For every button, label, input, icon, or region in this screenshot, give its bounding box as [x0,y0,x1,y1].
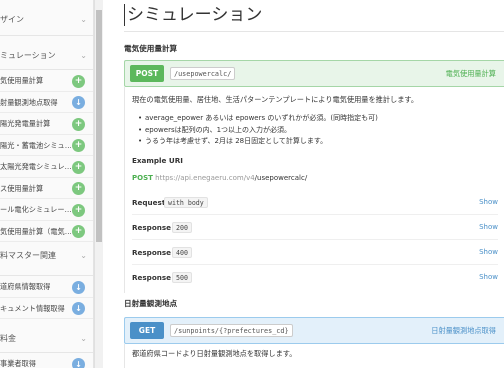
sidebar-item-prefectures[interactable]: 道府県情報取得 ↓ [0,276,93,298]
sidebar-item-sunpoints[interactable]: 射量観測地点取得 ↓ [0,92,93,113]
response-row-200[interactable]: Response 200 Show [132,220,498,240]
requirements-list: average_epower あるいは epowers のいずれかが必須。(同時… [138,113,378,148]
list-item: うるう年は考慮せず、2月は 28日固定として計算します。 [138,136,378,148]
sidebar-group-rates[interactable]: 料金 ⌄ [0,319,93,353]
plus-icon: + [72,74,85,88]
endpoint-path: /usepowercalc/ [170,67,236,80]
response-label: Response [132,248,172,257]
response-row-500[interactable]: Response 500 Show [132,270,498,290]
show-link[interactable]: Show [479,248,498,256]
sidebar-item-usepowercalc-electric[interactable]: 気使用量計算（電気… + [0,221,93,242]
endpoint-description: 都道府県コードより日射量観測地点を取得します。 [132,349,297,358]
endpoint-bar-sunpoints[interactable]: GET /sunpoints/{?prefectures_cd} 日射量観測地点… [124,317,504,344]
endpoint-body-usepowercalc: 現在の電気使用量、居住地、生活パターンテンプレートにより電気使用量を推計します。… [124,87,504,293]
plus-icon: + [72,225,85,238]
title-divider [124,31,504,32]
chevron-down-icon: ⌄ [80,251,87,260]
sidebar-group-label: ザイン [0,15,24,24]
arrow-down-icon: ↓ [72,96,85,109]
show-link[interactable]: Show [479,273,498,281]
method-badge: POST [130,65,164,82]
request-label: Request [132,198,166,207]
sidebar-item-pvcalc[interactable]: 陽光発電量計算 + [0,113,93,135]
endpoint-path: /sunpoints/{?prefectures_cd} [170,324,293,337]
plus-icon: + [72,182,85,195]
example-host: https://api.enegaeru.com/v4 [155,174,255,182]
sidebar-group-design[interactable]: ザイン ⌄ [0,0,93,36]
sidebar-scrollbar[interactable] [94,0,103,368]
example-method: POST [132,174,153,182]
endpoint-summary: 日射量観測地点取得 [431,326,496,335]
plus-icon: + [72,160,85,174]
section-heading-usepowercalc: 電気使用量計算 [124,44,178,53]
endpoint-bar-usepowercalc[interactable]: POST /usepowercalc/ 電気使用量計算 [124,60,504,87]
example-uri-label: Example URI [132,156,183,165]
plus-icon: + [72,139,85,152]
page-title: シミュレーション [124,4,262,26]
example-path: /usepowercalc/ [254,174,308,182]
plus-icon: + [72,203,85,217]
sidebar-nav: ザイン ⌄ ミュレーション ⌄ 気使用量計算 + 射量観測地点取得 ↓ 陽光発電量計… [0,0,94,368]
sidebar-group-simulation[interactable]: ミュレーション ⌄ [0,36,93,70]
sidebar-item-documents[interactable]: キュメント情報取得 ↓ [0,298,93,319]
list-item: epowersは配列の内、1つ以上の入力が必須。 [138,125,378,137]
sidebar-group-label: 料金 [0,334,16,343]
example-uri: POST https://api.enegaeru.com/v4/usepowe… [132,174,307,182]
arrow-down-icon: ↓ [72,280,85,294]
sidebar-group-label: ミュレーション [0,51,56,60]
endpoint-description: 現在の電気使用量、居住地、生活パターンテンプレートにより電気使用量を推計します。 [132,95,419,104]
arrow-down-icon: ↓ [72,302,85,315]
sidebar-item-pv-battery-sim[interactable]: 陽光・蓄電池シミュ… + [0,135,93,156]
method-badge: GET [130,322,164,339]
response-row-400[interactable]: Response 400 Show [132,245,498,265]
scrollbar-thumb[interactable] [96,10,102,242]
section-heading-sunpoints: 日射量観測地点 [124,299,178,308]
show-link[interactable]: Show [479,198,498,206]
request-code: with body [164,197,208,208]
main-content: シミュレーション 電気使用量計算 POST /usepowercalc/ 電気使… [103,0,504,368]
response-label: Response [132,273,172,282]
arrow-down-icon: ↓ [72,357,85,368]
response-label: Response [132,223,172,232]
sidebar-item-pv-sim[interactable]: 太陽光発電シミュレ… + [0,156,93,178]
sidebar-item-gascalc[interactable]: ス使用量計算 + [0,178,93,199]
sidebar-item-usepowercalc[interactable]: 気使用量計算 + [0,70,93,92]
sidebar-item-all-electric-sim[interactable]: ール電化シミュレー… + [0,199,93,221]
list-item: average_epower あるいは epowers のいずれかが必須。(同時… [138,113,378,125]
endpoint-summary: 電気使用量計算 [445,69,496,78]
status-code: 500 [172,272,192,283]
sidebar-group-label: 料マスター関連 [0,251,56,260]
status-code: 200 [172,222,192,233]
show-link[interactable]: Show [479,223,498,231]
plus-icon: + [72,117,85,131]
chevron-down-icon: ⌄ [80,15,87,24]
sidebar-group-master[interactable]: 料マスター関連 ⌄ [0,242,93,276]
endpoint-body-sunpoints: 都道府県コードより日射量観測地点を取得します。 [124,344,504,368]
status-code: 400 [172,247,192,258]
sidebar-item-suppliers[interactable]: 事業者取得 ↓ [0,353,93,368]
request-row[interactable]: Request with body Show [132,195,498,215]
